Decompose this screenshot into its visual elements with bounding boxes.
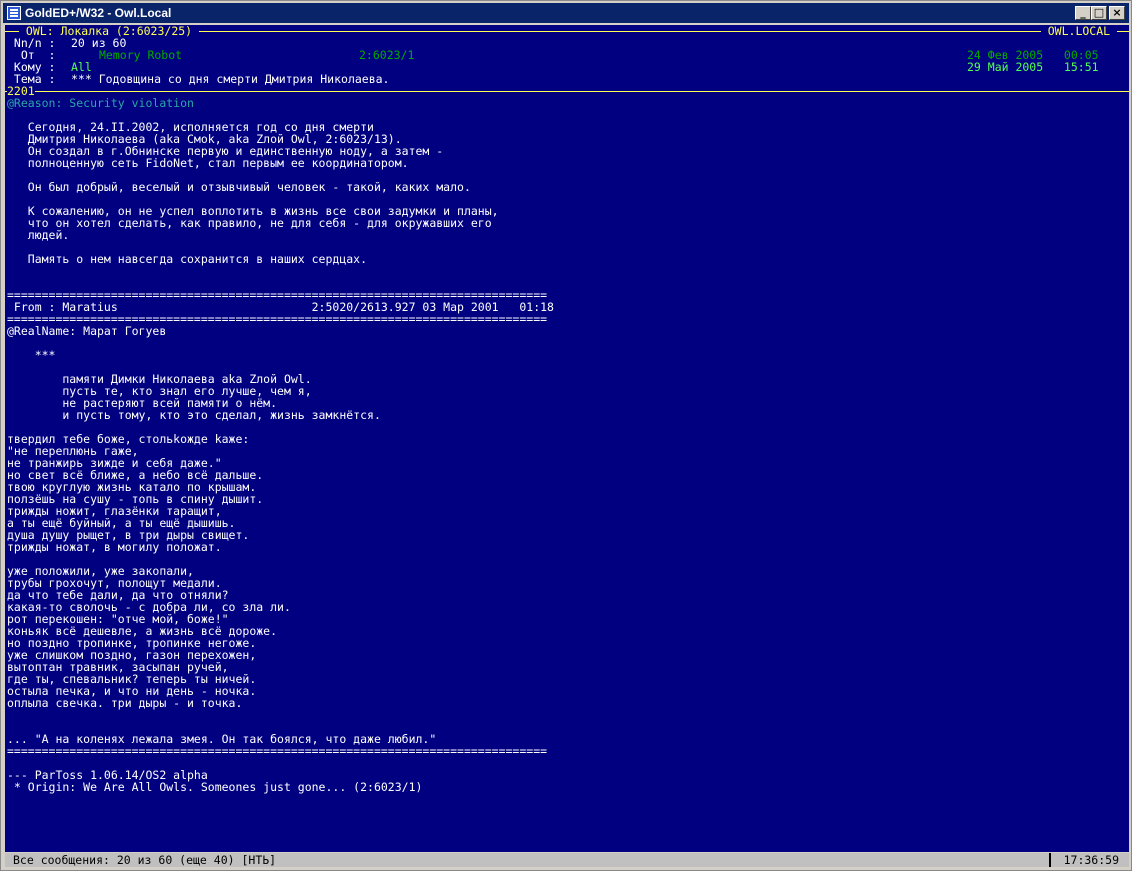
status-clock: 17:36:59 [1063,853,1119,867]
to-date: 29 Май 2005 15:51 [967,60,1099,74]
app-window: GoldED+/W32 - Owl.Local _ □ × OWL: Локал… [0,0,1132,871]
body-line: оплыла свечка. три дыры - и точка. [7,696,243,710]
body-line: *** [7,348,56,362]
minimize-button[interactable]: _ [1075,6,1091,20]
body-line: людей. [7,228,70,242]
title-bar[interactable]: GoldED+/W32 - Owl.Local _ □ × [3,3,1129,23]
header-bottom-rule [5,91,1129,92]
subject-value: *** Годовщина со дня смерти Дмитрия Нико… [71,72,390,86]
from-name: Memory Robot [99,48,183,62]
window-title: GoldED+/W32 - Owl.Local [25,6,172,20]
body-line: Память о нем навсегда сохранится в наших… [7,252,368,266]
reason-kludge: @Reason: Security violation [7,96,194,110]
body-line: что он хотел сделать, как правило, не дл… [7,216,492,230]
status-bar: Все сообщения: 20 из 60 (еще 40) [НТЬ] 1… [5,853,1129,867]
message-viewer: OWL: Локалка (2:6023/25) OWL.LOCAL Nn/n … [5,25,1129,852]
body-line: трижды ножат, в могилу положат. [7,540,222,554]
status-message-count: Все сообщения: 20 из 60 (еще 40) [НТЬ] [13,853,277,867]
body-line: * Origin: We Are All Owls. Someones just… [7,780,423,794]
body-line: ========================================… [7,744,548,758]
body-line: @RealName: Марат Гогуев [7,324,167,338]
from-address: 2:6023/1 [359,48,415,62]
close-button[interactable]: × [1109,6,1125,20]
body-line: и пусть тому, кто это сделал, жизнь замк… [7,408,381,422]
app-icon[interactable] [7,6,21,20]
status-separator [1049,853,1051,867]
body-line: Он был добрый, веселый и отзывчивый чело… [7,180,471,194]
body-line: полноценную сеть FidoNet, стал первым ее… [7,156,409,170]
maximize-button[interactable]: □ [1091,6,1107,20]
station-name: OWL.LOCAL [1040,25,1117,38]
